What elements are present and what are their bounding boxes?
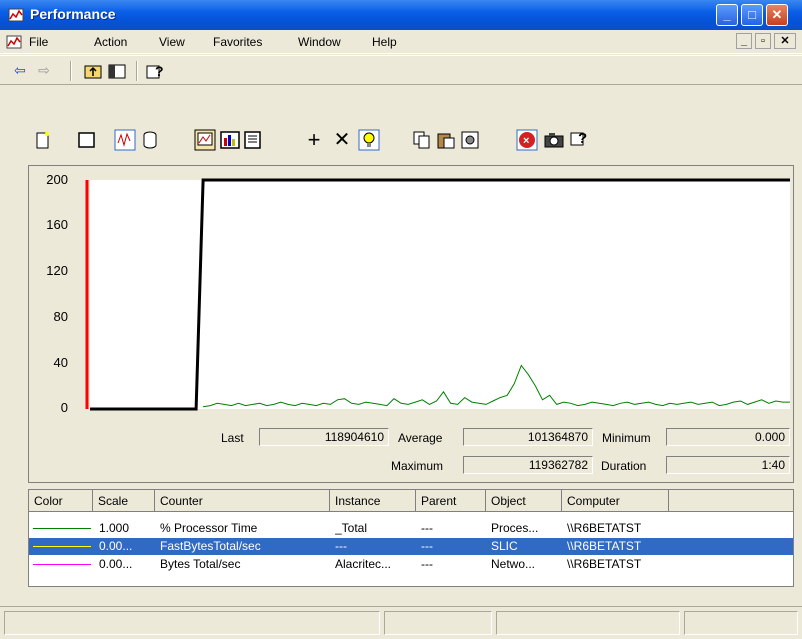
toolbar-separator: [136, 61, 138, 81]
minimize-button[interactable]: _: [716, 4, 738, 26]
view-current-activity-icon[interactable]: [114, 129, 136, 151]
back-arrow-icon[interactable]: ⇦: [10, 60, 30, 80]
column-header-scale[interactable]: Scale: [93, 490, 155, 512]
status-pane: [4, 611, 380, 635]
svg-text:?: ?: [155, 63, 164, 79]
table-row[interactable]: 0.00... FastBytesTotal/sec --- --- SLIC …: [29, 538, 793, 555]
counter-cell: FastBytesTotal/sec: [160, 539, 261, 553]
minimum-value: 0.000: [666, 428, 790, 446]
parent-cell: ---: [421, 521, 433, 535]
counter-cell: Bytes Total/sec: [160, 557, 241, 571]
new-counter-set-icon[interactable]: [36, 131, 50, 149]
view-log-data-icon[interactable]: [142, 131, 158, 149]
paste-counter-list-icon[interactable]: [436, 130, 456, 150]
help-icon[interactable]: ?: [570, 128, 590, 148]
help-topics-icon[interactable]: ?: [146, 62, 166, 80]
add-counter-icon[interactable]: +: [304, 129, 324, 151]
clear-display-icon[interactable]: [78, 131, 96, 149]
column-header-instance[interactable]: Instance: [330, 490, 416, 512]
view-histogram-icon[interactable]: [220, 130, 240, 150]
scale-cell: 1.000: [99, 521, 130, 535]
freeze-display-icon[interactable]: ×: [516, 129, 538, 151]
object-cell: SLIC: [491, 539, 518, 553]
performance-graph[interactable]: [28, 165, 794, 425]
highlight-icon[interactable]: [358, 129, 380, 151]
column-header-counter[interactable]: Counter: [155, 490, 330, 512]
instance-cell: Alacritec...: [335, 557, 392, 571]
performance-app-icon: [8, 8, 24, 22]
column-header-object[interactable]: Object: [486, 490, 562, 512]
status-pane: [384, 611, 492, 635]
maximum-label: Maximum: [391, 459, 444, 473]
menu-help[interactable]: Help: [372, 35, 397, 49]
title-bar[interactable]: Performance _ □ ✕: [0, 0, 802, 30]
plot-area: [90, 180, 790, 409]
table-row[interactable]: 0.00... Bytes Total/sec Alacritec... ---…: [29, 556, 793, 573]
duration-label: Duration: [601, 459, 647, 473]
maximize-button[interactable]: □: [741, 4, 763, 26]
copy-properties-icon[interactable]: [412, 130, 432, 150]
color-swatch: [33, 528, 91, 529]
view-report-icon[interactable]: [244, 130, 262, 150]
scale-cell: 0.00...: [99, 557, 133, 571]
parent-cell: ---: [421, 539, 433, 553]
average-value: 101364870: [463, 428, 593, 446]
last-value: 118904610: [259, 428, 389, 446]
status-pane: [496, 611, 680, 635]
instance-cell: _Total: [335, 521, 368, 535]
scale-cell: 0.00...: [99, 539, 133, 553]
last-label: Last: [221, 431, 244, 445]
menu-file[interactable]: File: [29, 35, 48, 49]
close-button[interactable]: ✕: [766, 4, 788, 26]
column-header-blank: [669, 490, 793, 512]
column-header-parent[interactable]: Parent: [416, 490, 486, 512]
menu-view[interactable]: View: [159, 35, 185, 49]
menu-favorites[interactable]: Favorites: [213, 35, 262, 49]
system-monitor-toolbar: + ✕ × ?: [0, 122, 802, 158]
toolbar-separator: [70, 61, 72, 81]
object-cell: Netwo...: [491, 557, 536, 571]
average-label: Average: [398, 431, 443, 445]
menu-action[interactable]: Action: [94, 35, 127, 49]
svg-text:?: ?: [578, 130, 587, 147]
maximum-value: 119362782: [463, 456, 593, 474]
mdi-restore-button[interactable]: ▫: [755, 33, 771, 49]
update-data-icon[interactable]: [544, 131, 564, 149]
color-swatch: [33, 546, 91, 547]
mdi-close-button[interactable]: ✕: [774, 33, 796, 49]
computer-cell: \\R6BETATST: [567, 539, 642, 553]
column-header-computer[interactable]: Computer: [562, 490, 669, 512]
window-title: Performance: [30, 6, 116, 22]
up-one-level-icon[interactable]: [84, 63, 102, 79]
instance-cell: ---: [335, 539, 347, 553]
system-menu-icon[interactable]: [6, 34, 22, 50]
navigation-toolbar: ⇦ ⇨ ?: [0, 55, 802, 85]
mdi-minimize-button[interactable]: _: [736, 33, 752, 49]
counter-list[interactable]: Color Scale Counter Instance Parent Obje…: [28, 489, 794, 587]
forward-arrow-icon[interactable]: ⇨: [34, 60, 54, 80]
duration-value: 1:40: [666, 456, 790, 474]
computer-cell: \\R6BETATST: [567, 521, 642, 535]
menu-bar: File Action View Favorites Window Help _…: [0, 30, 802, 54]
menu-window[interactable]: Window: [298, 35, 341, 49]
svg-text:×: ×: [523, 135, 529, 147]
object-cell: Proces...: [491, 521, 539, 535]
counter-cell: % Processor Time: [160, 521, 258, 535]
view-graph-icon[interactable]: [194, 129, 216, 151]
parent-cell: ---: [421, 557, 433, 571]
delete-counter-icon[interactable]: ✕: [332, 130, 352, 150]
column-header-color[interactable]: Color: [29, 490, 93, 512]
minimum-label: Minimum: [602, 431, 651, 445]
computer-cell: \\R6BETATST: [567, 557, 642, 571]
show-hide-tree-icon[interactable]: [108, 63, 126, 79]
status-pane: [684, 611, 798, 635]
properties-icon[interactable]: [460, 130, 480, 150]
color-swatch: [33, 564, 91, 565]
table-row[interactable]: 1.000 % Processor Time _Total --- Proces…: [29, 520, 793, 537]
status-bar: [0, 606, 802, 639]
